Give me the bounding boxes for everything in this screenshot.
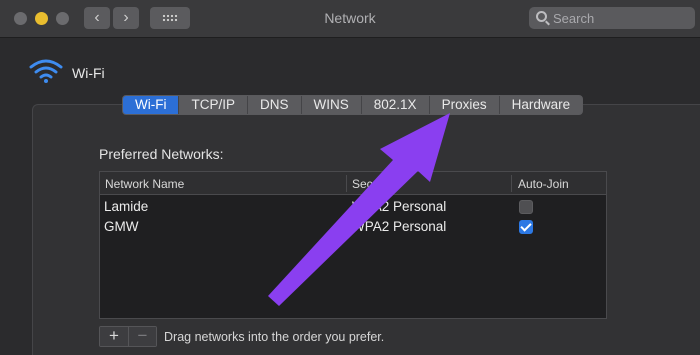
add-remove-control: + − xyxy=(99,326,157,347)
table-row[interactable]: Lamide WPA2 Personal xyxy=(100,197,606,217)
network-security: WPA2 Personal xyxy=(352,199,447,214)
network-name: GMW xyxy=(104,219,139,234)
search-icon xyxy=(536,11,547,22)
auto-join-checkbox[interactable] xyxy=(519,200,533,214)
network-security: WPA2 Personal xyxy=(352,219,447,234)
tab-bar: Wi-Fi TCP/IP DNS WINS 802.1X Proxies Har… xyxy=(122,95,584,115)
column-divider xyxy=(346,175,347,192)
tab-proxies[interactable]: Proxies xyxy=(430,96,500,114)
preferred-networks-label: Preferred Networks: xyxy=(99,146,224,162)
column-divider xyxy=(511,175,512,192)
tab-hardware[interactable]: Hardware xyxy=(500,96,583,114)
column-header-network-name[interactable]: Network Name xyxy=(105,177,184,191)
remove-network-button[interactable]: − xyxy=(128,327,156,346)
preferred-networks-table: Network Name Security Auto-Join Lamide W… xyxy=(99,171,607,319)
title-bar: ‹ › Network xyxy=(0,0,700,38)
tab-dns[interactable]: DNS xyxy=(248,96,302,114)
network-name: Lamide xyxy=(104,199,149,214)
column-header-auto-join[interactable]: Auto-Join xyxy=(518,177,569,191)
tab-wifi[interactable]: Wi-Fi xyxy=(123,96,180,114)
search-input[interactable] xyxy=(529,7,695,29)
table-row[interactable]: GMW WPA2 Personal xyxy=(100,217,606,237)
wifi-icon xyxy=(29,59,63,83)
column-header-security[interactable]: Security xyxy=(352,177,395,191)
drag-hint-text: Drag networks into the order you prefer. xyxy=(164,330,385,344)
auto-join-checkbox[interactable] xyxy=(519,220,533,234)
service-name: Wi-Fi xyxy=(72,65,105,81)
tab-8021x[interactable]: 802.1X xyxy=(362,96,430,114)
table-header: Network Name Security Auto-Join xyxy=(100,172,606,195)
tab-tcpip[interactable]: TCP/IP xyxy=(179,96,248,114)
add-network-button[interactable]: + xyxy=(100,327,128,346)
tab-wins[interactable]: WINS xyxy=(302,96,362,114)
